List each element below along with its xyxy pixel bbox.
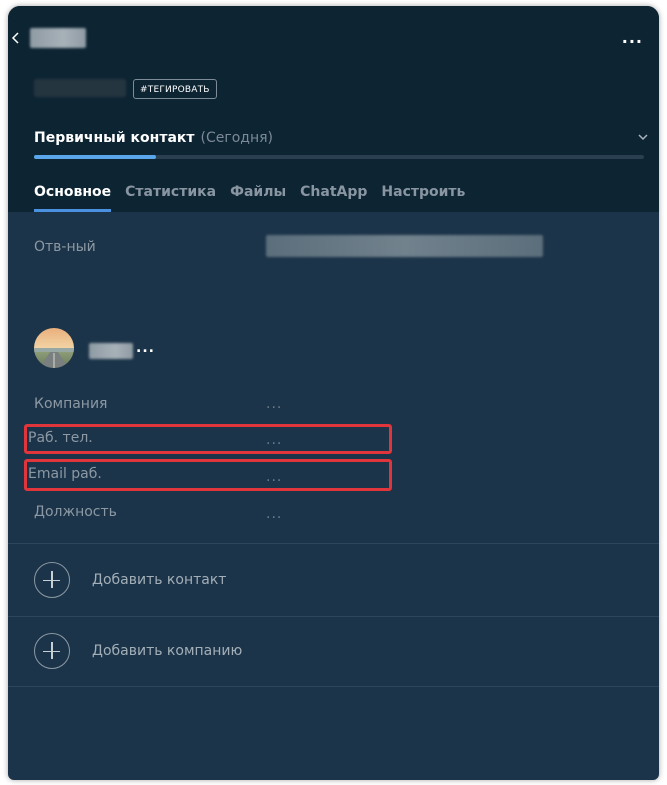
- lead-subtitle-redacted: [34, 79, 126, 97]
- divider: [8, 686, 659, 687]
- divider: [8, 616, 659, 617]
- tab-files[interactable]: Файлы: [230, 181, 286, 212]
- add-company-label: Добавить компанию: [92, 643, 243, 659]
- tab-bar: Основное Статистика Файлы ChatApp Настро…: [34, 181, 465, 212]
- pipeline-status[interactable]: Первичный контакт (Сегодня): [34, 127, 649, 149]
- lead-card: ... #ТЕГИРОВАТЬ Первичный контакт (Сегодн…: [8, 6, 659, 780]
- add-contact-button[interactable]: Добавить контакт: [34, 560, 226, 600]
- pipeline-progress-bar: [34, 155, 644, 159]
- pipeline-stage-date: (Сегодня): [200, 130, 274, 146]
- add-company-button[interactable]: Добавить компанию: [34, 631, 242, 671]
- contact-more-icon[interactable]: ...: [136, 340, 155, 356]
- tag-button[interactable]: #ТЕГИРОВАТЬ: [133, 79, 217, 99]
- contact-avatar[interactable]: [34, 328, 74, 368]
- pipeline-stage-name: Первичный контакт: [34, 130, 195, 146]
- company-value[interactable]: ...: [266, 394, 282, 414]
- card-header: ... #ТЕГИРОВАТЬ Первичный контакт (Сегодн…: [8, 6, 659, 212]
- work-email-value[interactable]: ...: [266, 467, 282, 487]
- position-value[interactable]: ...: [266, 504, 282, 524]
- responsible-value-redacted[interactable]: [266, 235, 543, 257]
- chevron-down-icon[interactable]: [637, 133, 649, 141]
- tab-statistics[interactable]: Статистика: [125, 181, 216, 212]
- plus-circle-icon: [34, 562, 70, 598]
- lead-name-redacted: [30, 28, 86, 48]
- position-label: Должность: [34, 504, 117, 520]
- contact-name-redacted[interactable]: [89, 343, 133, 359]
- company-label: Компания: [34, 396, 108, 412]
- work-phone-label: Раб. тел.: [28, 430, 93, 446]
- responsible-label: Отв-ный: [34, 239, 96, 255]
- more-options-icon[interactable]: ...: [622, 28, 643, 48]
- work-phone-value[interactable]: ...: [266, 430, 282, 450]
- tab-chatapp[interactable]: ChatApp: [300, 181, 367, 212]
- add-contact-label: Добавить контакт: [92, 572, 227, 588]
- plus-circle-icon: [34, 633, 70, 669]
- avatar-landscape-icon: [34, 328, 74, 368]
- work-email-label: Email раб.: [28, 466, 102, 482]
- divider: [8, 543, 659, 544]
- pipeline-progress-fill: [34, 155, 156, 159]
- tab-main[interactable]: Основное: [34, 181, 112, 212]
- back-chevron-icon[interactable]: [10, 28, 20, 48]
- tab-settings[interactable]: Настроить: [381, 181, 465, 212]
